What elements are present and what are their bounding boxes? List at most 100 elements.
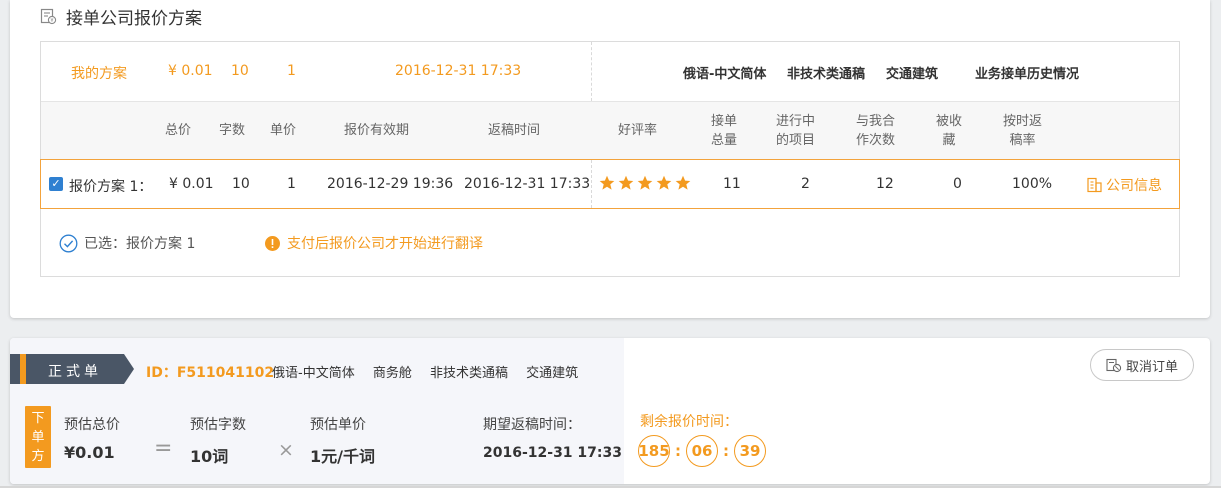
header-words: 字数 <box>219 123 246 138</box>
section-title: ¥ 接单公司报价方案 <box>40 4 202 29</box>
my-plan-row: 我的方案 ¥ 0.01 10 1 2016-12-31 17:33 俄语-中文简… <box>41 42 1179 101</box>
plan-favorited: 0 <box>953 176 962 192</box>
document-type-tag: 非技术类通稿 <box>787 67 866 82</box>
plan-cooperations: 12 <box>876 176 894 192</box>
timer-seconds: 39 <box>734 435 766 467</box>
plan-on-time-rate: 100% <box>1012 176 1053 192</box>
timer-hours: 185 <box>638 435 670 467</box>
my-plan-words: 10 <box>231 63 249 79</box>
divider <box>591 160 592 208</box>
section-title-text: 接单公司报价方案 <box>66 9 202 29</box>
star-icon <box>675 175 691 190</box>
header-return-time: 返稿时间 <box>488 123 541 138</box>
plan-checkbox[interactable]: ✓ <box>49 177 63 191</box>
header-on-time-rate-line2: 稿率 <box>1009 133 1036 148</box>
orderer-badge: 下 单 方 <box>25 406 51 468</box>
estimated-unit-price-value: 1元/千词 <box>310 447 375 466</box>
selected-status: 已选：报价方案 1 <box>59 233 195 253</box>
plan-name: 报价方案 1： <box>69 179 153 195</box>
star-icon <box>599 175 615 190</box>
my-plan-deadline: 2016-12-31 17:33 <box>395 63 522 79</box>
warning-icon <box>265 235 280 251</box>
times-sign: × <box>278 439 294 461</box>
star-icon <box>637 175 653 190</box>
expected-return: 期望返稿时间： 2016-12-31 17:33 <box>483 414 622 461</box>
equals-sign: = <box>154 436 173 461</box>
order-meta: 俄语-中文简体 商务舱 非技术类通稿 交通建筑 <box>272 362 592 381</box>
star-icon <box>618 175 634 190</box>
estimated-total-label: 预估总价 <box>64 417 120 433</box>
plan-words: 10 <box>232 176 250 192</box>
timer-separator: : <box>723 442 729 460</box>
business-history-link[interactable]: 业务接单历史情况 <box>975 63 1079 82</box>
plan-unit-price: 1 <box>287 176 296 192</box>
orderer-badge-char: 方 <box>31 449 45 464</box>
order-language: 俄语-中文简体 <box>272 366 355 381</box>
plan-return-time: 2016-12-31 17:33 <box>464 176 591 192</box>
star-icon <box>656 175 672 190</box>
order-field: 交通建筑 <box>526 366 579 381</box>
document-icon: ¥ <box>40 8 57 25</box>
field-tag: 交通建筑 <box>886 67 939 82</box>
estimated-words-label: 预估字数 <box>190 417 246 433</box>
estimated-total: 预估总价 ¥0.01 <box>64 414 120 462</box>
cancel-document-icon <box>1106 358 1122 372</box>
cancel-order-button[interactable]: 取消订单 <box>1090 349 1194 381</box>
selected-text: 已选：报价方案 1 <box>84 236 196 252</box>
header-favorited-line1: 被收 <box>936 114 963 129</box>
plan-total: ¥ 0.01 <box>169 176 214 192</box>
building-icon <box>1087 177 1102 193</box>
header-on-time-rate: 按时返 稿率 <box>1003 112 1042 150</box>
expected-return-label: 期望返稿时间： <box>483 417 581 433</box>
timer-separator: : <box>675 442 681 460</box>
order-summary: 正式单 ID：F511041102 俄语-中文简体 商务舱 非技术类通稿 交通建… <box>10 338 624 484</box>
quote-plans-card: ¥ 接单公司报价方案 我的方案 ¥ 0.01 10 1 2016-12-31 1… <box>10 0 1210 318</box>
countdown-timer: 185 : 06 : 39 <box>638 435 766 467</box>
plan-row[interactable]: ✓ 报价方案 1： ¥ 0.01 10 1 2016-12-29 19:36 2… <box>40 159 1180 209</box>
selection-row: 已选：报价方案 1 支付后报价公司才开始进行翻译 <box>41 209 1179 277</box>
remaining-time-label: 剩余报价时间： <box>640 414 738 430</box>
check-circle-icon <box>59 234 78 252</box>
order-service-level: 商务舱 <box>372 366 412 381</box>
timer-minutes: 06 <box>686 435 718 467</box>
estimated-words: 预估字数 10词 <box>190 414 246 467</box>
payment-notice: 支付后报价公司才开始进行翻译 <box>265 233 483 253</box>
table-header: 总价 字数 单价 报价有效期 返稿时间 好评率 接单 总量 进行中 的项目 与我… <box>41 101 1179 159</box>
estimated-words-value: 10词 <box>190 447 229 466</box>
rating-stars <box>599 175 691 191</box>
header-cooperations-line1: 与我合 <box>856 114 896 129</box>
cancel-order-label: 取消订单 <box>1125 359 1178 375</box>
orderer-badge-char: 下 <box>31 411 45 426</box>
order-doc-type: 非技术类通稿 <box>430 366 509 381</box>
estimated-total-value: ¥0.01 <box>64 443 115 462</box>
language-pair-tag: 俄语-中文简体 <box>683 67 767 82</box>
header-orders-total: 接单 总量 <box>711 112 737 150</box>
order-type-label: 正式单 <box>48 364 102 380</box>
divider <box>591 42 592 101</box>
header-on-time-rate-line1: 按时返 <box>1003 114 1043 129</box>
estimated-unit-price-label: 预估单价 <box>310 417 366 433</box>
plan-orders-total: 11 <box>723 176 741 192</box>
expected-return-value: 2016-12-31 17:33 <box>483 445 622 461</box>
my-plan-unit-price: 1 <box>287 63 296 79</box>
plan-in-progress: 2 <box>801 176 810 192</box>
estimated-unit-price: 预估单价 1元/千词 <box>310 414 375 467</box>
company-info-label: 公司信息 <box>1106 178 1162 194</box>
header-favorited-line2: 藏 <box>942 133 956 148</box>
company-info-link[interactable]: 公司信息 <box>1087 175 1162 195</box>
header-in-progress: 进行中 的项目 <box>776 112 815 150</box>
header-unit-price: 单价 <box>270 123 297 138</box>
my-plan-total: ¥ 0.01 <box>168 63 213 79</box>
order-card: 正式单 ID：F511041102 俄语-中文简体 商务舱 非技术类通稿 交通建… <box>10 338 1210 484</box>
header-cooperations: 与我合 作次数 <box>856 112 895 150</box>
orderer-badge-char: 单 <box>31 430 45 445</box>
header-in-progress-line2: 的项目 <box>776 133 816 148</box>
header-quote-valid: 报价有效期 <box>344 123 410 138</box>
notice-text: 支付后报价公司才开始进行翻译 <box>287 236 483 252</box>
header-rating: 好评率 <box>618 123 658 138</box>
order-id: ID：F511041102 <box>146 365 275 381</box>
plan-quote-valid: 2016-12-29 19:36 <box>327 176 454 192</box>
header-favorited: 被收 藏 <box>936 112 962 150</box>
quote-table: 我的方案 ¥ 0.01 10 1 2016-12-31 17:33 俄语-中文简… <box>40 41 1180 277</box>
header-orders-total-line2: 总量 <box>711 133 738 148</box>
